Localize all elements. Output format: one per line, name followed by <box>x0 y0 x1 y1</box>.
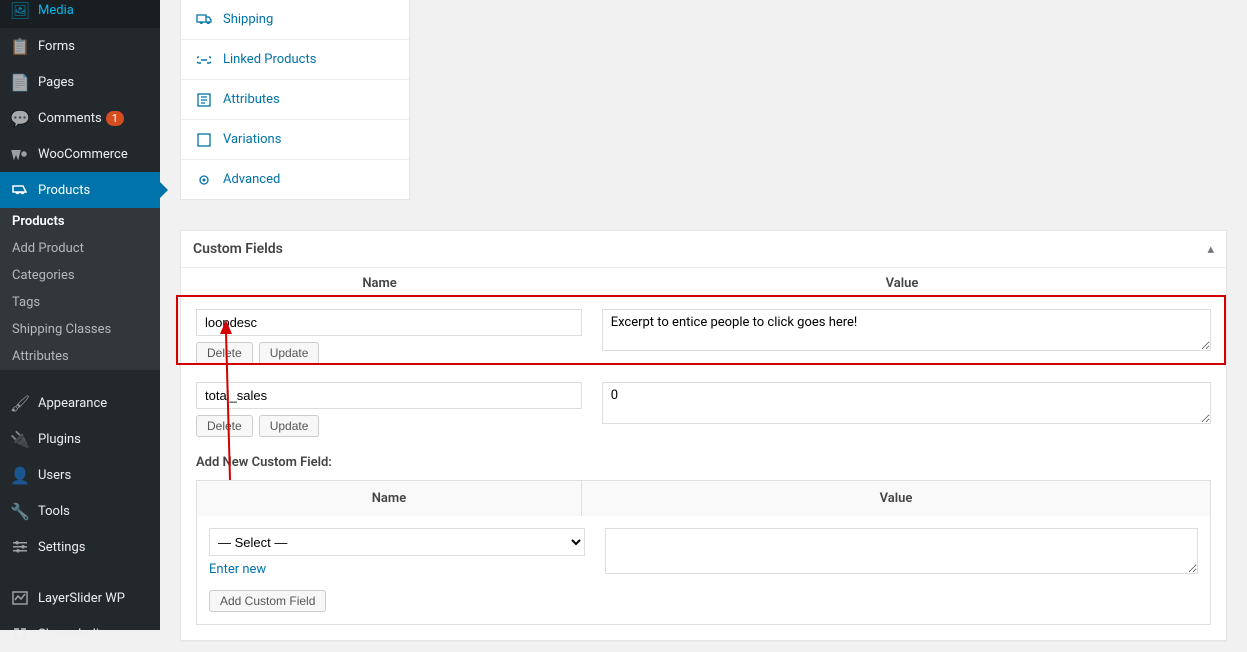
admin-sidebar: 🖼 Media 📋 Forms 📄 Pages 💬 Comments 1 Woo… <box>0 0 160 630</box>
cf-new-value-cell <box>605 528 1198 578</box>
tab-advanced[interactable]: Advanced <box>181 160 409 199</box>
cf-table-header: Name Value <box>181 268 1226 299</box>
submenu-item-shipping-classes[interactable]: Shipping Classes <box>0 316 160 343</box>
users-icon: 👤 <box>10 465 30 485</box>
cf-name-cell: Delete Update <box>196 309 582 364</box>
add-custom-field-button[interactable]: Add Custom Field <box>209 590 326 612</box>
cf-value-cell: 0 <box>602 382 1211 437</box>
truck-icon <box>195 14 213 26</box>
custom-fields-postbox: Custom Fields ▴ Name Value Delete Update… <box>180 230 1227 641</box>
sidebar-item-layerslider[interactable]: LayerSlider WP <box>0 580 160 616</box>
sidebar-item-label: Shareaholic <box>38 627 106 642</box>
sidebar-item-plugins[interactable]: 🔌 Plugins <box>0 421 160 457</box>
submenu-item-categories[interactable]: Categories <box>0 262 160 289</box>
tab-label: Linked Products <box>223 52 316 67</box>
cf-value-cell: Excerpt to entice people to click goes h… <box>602 309 1211 364</box>
postbox-title: Custom Fields <box>193 241 283 257</box>
sidebar-item-pages[interactable]: 📄 Pages <box>0 64 160 100</box>
comments-badge: 1 <box>106 111 124 126</box>
submenu-item-attributes[interactable]: Attributes <box>0 343 160 370</box>
add-new-custom-field: Name Value — Select — Enter new Add <box>196 480 1211 625</box>
product-data-tabs: Shipping Linked Products Attributes Vari… <box>180 0 410 200</box>
cf-value-textarea[interactable]: Excerpt to entice people to click goes h… <box>602 309 1211 351</box>
variations-icon <box>195 133 213 147</box>
cf-new-value-textarea[interactable] <box>605 528 1198 574</box>
enter-new-link[interactable]: Enter new <box>209 562 266 577</box>
gear-icon <box>195 173 213 187</box>
cf-new-header-name: Name <box>197 481 582 516</box>
toggle-indicator-icon[interactable]: ▴ <box>1207 242 1214 257</box>
cf-new-name-cell: — Select — Enter new <box>209 528 585 578</box>
tab-linked-products[interactable]: Linked Products <box>181 40 409 80</box>
submenu-item-add-product[interactable]: Add Product <box>0 235 160 262</box>
sidebar-item-label: Plugins <box>38 432 81 447</box>
sidebar-item-label: Pages <box>38 75 74 90</box>
attributes-icon <box>195 93 213 107</box>
sidebar-item-forms[interactable]: 📋 Forms <box>0 28 160 64</box>
sidebar-item-label: LayerSlider WP <box>38 591 125 606</box>
tools-icon: 🔧 <box>10 501 30 521</box>
sidebar-item-woocommerce[interactable]: WooCommerce <box>0 136 160 172</box>
woocommerce-icon <box>10 144 30 164</box>
tab-label: Variations <box>223 132 281 147</box>
sidebar-item-label: Forms <box>38 39 75 54</box>
forms-icon: 📋 <box>10 36 30 56</box>
tab-variations[interactable]: Variations <box>181 120 409 160</box>
sidebar-item-settings[interactable]: Settings <box>0 529 160 565</box>
sidebar-item-label: Tools <box>38 504 70 519</box>
settings-icon <box>10 537 30 557</box>
sidebar-item-label: Media <box>38 3 74 18</box>
main-content: Shipping Linked Products Attributes Vari… <box>160 0 1247 630</box>
cf-header-value: Value <box>578 268 1226 299</box>
sidebar-item-tools[interactable]: 🔧 Tools <box>0 493 160 529</box>
sidebar-item-shareaholic[interactable]: Shareaholic <box>0 616 160 652</box>
sidebar-submenu-products: Products Add Product Categories Tags Shi… <box>0 208 160 370</box>
link-icon <box>195 53 213 67</box>
sidebar-item-comments[interactable]: 💬 Comments 1 <box>0 100 160 136</box>
custom-field-row: Delete Update Excerpt to entice people t… <box>181 299 1226 372</box>
sidebar-item-label: Comments <box>38 111 102 126</box>
layerslider-icon <box>10 588 30 608</box>
cf-name-select[interactable]: — Select — <box>209 528 585 556</box>
plugins-icon: 🔌 <box>10 429 30 449</box>
cf-new-body: — Select — Enter new <box>197 516 1210 590</box>
submenu-item-tags[interactable]: Tags <box>0 289 160 316</box>
sidebar-item-label: Appearance <box>38 396 107 411</box>
custom-fields-body: Name Value Delete Update Excerpt to enti… <box>181 268 1226 625</box>
media-icon: 🖼 <box>10 0 30 20</box>
submenu-item-products[interactable]: Products <box>0 208 160 235</box>
cf-value-textarea[interactable]: 0 <box>602 382 1211 424</box>
cf-name-input[interactable] <box>196 382 582 409</box>
sidebar-item-label: Products <box>38 183 90 198</box>
sidebar-item-products[interactable]: Products <box>0 172 160 208</box>
delete-button[interactable]: Delete <box>196 342 253 364</box>
products-icon <box>10 180 30 200</box>
sidebar-item-media[interactable]: 🖼 Media <box>0 0 160 28</box>
tab-label: Advanced <box>223 172 280 187</box>
add-new-label: Add New Custom Field: <box>181 445 1226 475</box>
shareaholic-icon <box>10 624 30 644</box>
tab-label: Shipping <box>223 12 273 27</box>
tab-label: Attributes <box>223 92 280 107</box>
comments-icon: 💬 <box>10 108 30 128</box>
custom-field-row: Delete Update 0 <box>181 372 1226 445</box>
tab-attributes[interactable]: Attributes <box>181 80 409 120</box>
sidebar-item-appearance[interactable]: 🖌 Appearance <box>0 385 160 421</box>
tab-shipping[interactable]: Shipping <box>181 0 409 40</box>
update-button[interactable]: Update <box>259 415 320 437</box>
cf-new-header-value: Value <box>582 481 1210 516</box>
postbox-header[interactable]: Custom Fields ▴ <box>181 231 1226 268</box>
sidebar-item-users[interactable]: 👤 Users <box>0 457 160 493</box>
appearance-icon: 🖌 <box>10 393 30 413</box>
cf-name-cell: Delete Update <box>196 382 582 437</box>
cf-new-header: Name Value <box>197 481 1210 516</box>
sidebar-item-label: WooCommerce <box>38 147 128 162</box>
pages-icon: 📄 <box>10 72 30 92</box>
sidebar-item-label: Settings <box>38 540 85 555</box>
cf-name-input[interactable] <box>196 309 582 336</box>
update-button[interactable]: Update <box>259 342 320 364</box>
sidebar-item-label: Users <box>38 468 71 483</box>
cf-header-name: Name <box>181 268 578 299</box>
delete-button[interactable]: Delete <box>196 415 253 437</box>
